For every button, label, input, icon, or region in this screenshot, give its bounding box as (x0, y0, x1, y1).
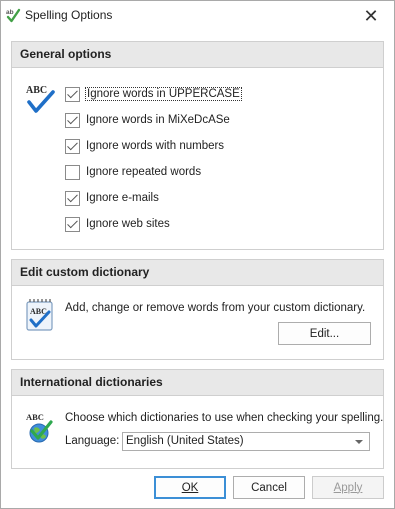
window-title: Spelling Options (25, 8, 113, 22)
close-button[interactable]: ✕ (348, 1, 394, 31)
spell-check-icon: ab (6, 8, 21, 23)
international-dictionaries-description: Choose which dictionaries to use when ch… (65, 412, 384, 424)
ignore-option-checkbox[interactable]: Ignore words in UPPERCASE (65, 85, 242, 103)
abc-check-icon: ABC (26, 85, 55, 113)
international-dictionaries-header: International dictionaries (12, 370, 383, 396)
abc-icon-text: ABC (26, 85, 47, 96)
ignore-option-label: Ignore words with numbers (86, 140, 225, 152)
checkbox-checked-icon[interactable] (65, 138, 80, 154)
checkbox-checked-icon[interactable] (65, 86, 80, 102)
ignore-option-checkbox[interactable]: Ignore e-mails (65, 189, 159, 207)
checkbox-checked-icon[interactable] (65, 190, 80, 206)
cancel-button-label: Cancel (251, 481, 287, 494)
ignore-option-label: Ignore repeated words (86, 166, 202, 178)
globe-abc-icon: ABC (26, 412, 53, 443)
title-bar: ab Spelling Options ✕ (1, 1, 394, 31)
dictionary-notebook-icon: ABC (26, 299, 53, 331)
ignore-option-checkbox[interactable]: Ignore words in MiXeDcASe (65, 111, 230, 129)
apply-button[interactable]: Apply (312, 476, 384, 499)
ignore-option-label: Ignore words in UPPERCASE (85, 87, 242, 101)
ignore-option-checkbox[interactable]: Ignore repeated words (65, 163, 201, 181)
custom-dictionary-description: Add, change or remove words from your cu… (65, 302, 366, 314)
checkbox-checked-icon[interactable] (65, 216, 80, 232)
ignore-option-checkbox[interactable]: Ignore words with numbers (65, 137, 224, 155)
checkbox-unchecked-icon[interactable] (65, 164, 80, 180)
language-label: Language: (65, 435, 120, 447)
spelling-options-dialog: ab Spelling Options ✕ General options AB… (0, 0, 395, 509)
custom-dictionary-header: Edit custom dictionary (12, 260, 383, 286)
ok-button-label: OK (181, 481, 199, 494)
ignore-option-label: Ignore web sites (86, 218, 170, 230)
close-icon: ✕ (363, 5, 379, 26)
general-options-group: General options ABC Ignore words in UPPE… (11, 41, 384, 250)
globe-icon-text: ABC (26, 412, 44, 422)
general-options-header: General options (12, 42, 383, 68)
international-dictionaries-group: International dictionaries ABC Choose wh… (11, 369, 384, 469)
checkbox-checked-icon[interactable] (65, 112, 80, 128)
edit-dictionary-button[interactable]: Edit... (278, 322, 371, 345)
svg-text:ab: ab (6, 9, 14, 16)
ok-button[interactable]: OK (154, 476, 226, 499)
ignore-option-label: Ignore words in MiXeDcASe (86, 114, 230, 126)
ignore-option-checkbox[interactable]: Ignore web sites (65, 215, 170, 233)
ignore-option-label: Ignore e-mails (86, 192, 159, 204)
apply-button-label: Apply (333, 481, 363, 494)
language-select-value: English (United States) (126, 435, 244, 447)
custom-dictionary-group: Edit custom dictionary ABC Add, change o… (11, 259, 384, 360)
chevron-down-icon[interactable] (355, 440, 363, 444)
language-select[interactable]: English (United States) (122, 432, 370, 451)
cancel-button[interactable]: Cancel (233, 476, 305, 499)
edit-button-label: Edit... (309, 327, 340, 340)
